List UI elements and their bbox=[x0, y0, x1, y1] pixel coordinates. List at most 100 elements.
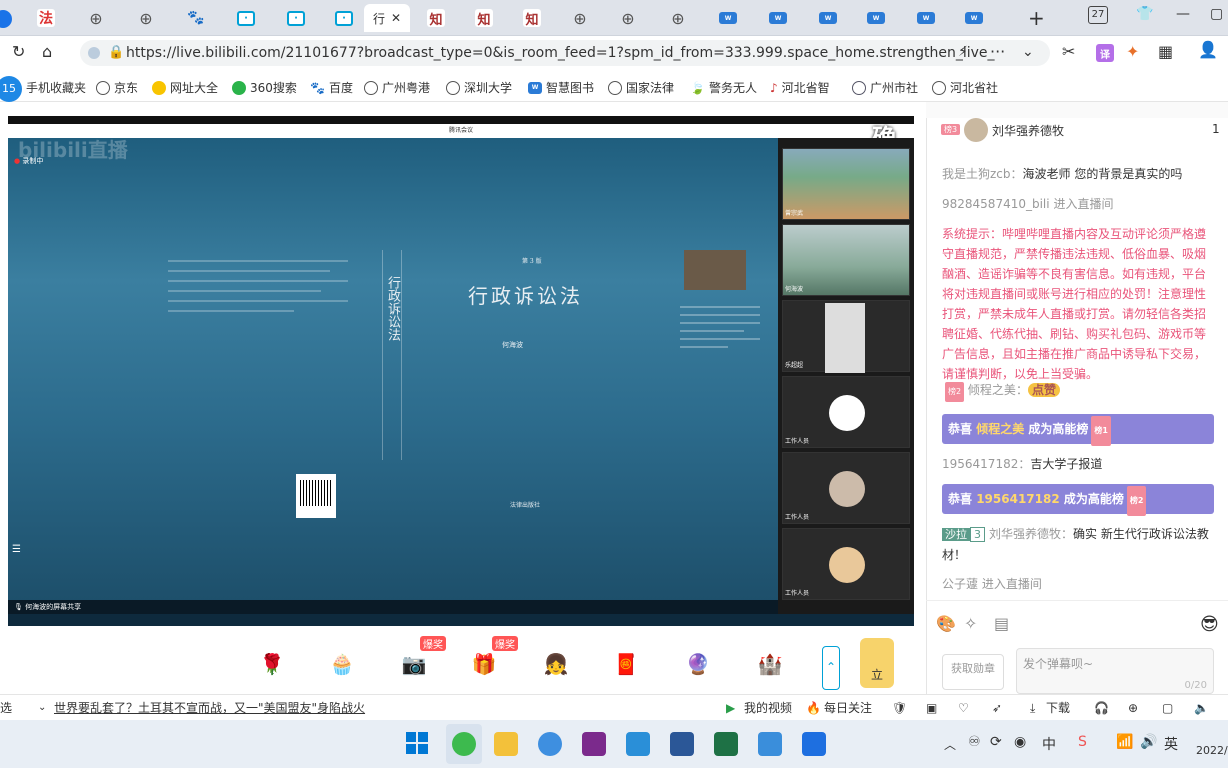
participant-tile[interactable]: 工作人员 bbox=[782, 528, 910, 600]
game-icon[interactable]: ✦ bbox=[1126, 42, 1139, 61]
more-icon[interactable]: ··· bbox=[990, 42, 1005, 61]
chevron-down-icon[interactable]: ⌄ bbox=[1022, 44, 1034, 60]
sogou-icon[interactable]: S bbox=[1078, 734, 1087, 750]
participant-tile[interactable]: 何海波 bbox=[782, 224, 910, 296]
chevron-up-icon[interactable]: ︿ bbox=[944, 736, 956, 753]
tab-6[interactable]: · bbox=[272, 4, 320, 32]
mascot-gift-icon[interactable]: 👧 bbox=[536, 644, 576, 684]
wifi-app-icon[interactable] bbox=[538, 732, 562, 756]
bookmark-mobile[interactable]: 手机收藏夹 bbox=[26, 79, 86, 96]
chevron-down-icon[interactable]: ⌄ bbox=[38, 695, 46, 721]
bookmark-hebei[interactable]: ♪ 河北省智 bbox=[770, 79, 830, 96]
participant-tile[interactable]: 曾宗武 bbox=[782, 148, 910, 220]
bookmark-hao[interactable]: 网址大全 bbox=[152, 79, 218, 96]
bookmark-360[interactable]: 360搜索 bbox=[232, 79, 297, 96]
top-rank-row[interactable]: 榜3 刘华强养德牧 1 bbox=[930, 116, 1224, 142]
tab-16[interactable]: W bbox=[754, 4, 802, 32]
tab-18[interactable]: W bbox=[852, 4, 900, 32]
windows-start-icon[interactable] bbox=[406, 732, 428, 754]
headphone-icon[interactable]: 🎧 bbox=[1094, 695, 1109, 721]
reload-icon[interactable]: ↻ bbox=[12, 42, 25, 61]
castle-gift-icon[interactable]: 🏰 bbox=[750, 644, 790, 684]
download-icon[interactable]: ⤓ bbox=[1030, 695, 1035, 721]
restore-icon[interactable]: ▢ bbox=[1210, 6, 1223, 22]
bookmark-hbsk[interactable]: 河北省社 bbox=[932, 79, 998, 96]
list-icon[interactable]: ☰ bbox=[12, 544, 21, 555]
scissors-icon[interactable]: ✂ bbox=[1062, 42, 1075, 61]
rocket-icon[interactable]: ➶ bbox=[992, 695, 1002, 721]
volume-icon[interactable]: 🔈 bbox=[1194, 695, 1209, 721]
bookmark-jd[interactable]: 京东 bbox=[96, 79, 138, 96]
lightning-icon[interactable]: ⚡ bbox=[958, 44, 968, 60]
emoji-icon[interactable]: 😎 bbox=[1200, 614, 1219, 635]
tab-4[interactable]: 🐾 bbox=[172, 4, 220, 32]
tab-11[interactable]: 知 bbox=[508, 4, 556, 32]
globe-icon[interactable]: ⊕ bbox=[1128, 695, 1138, 721]
tab-5[interactable]: · bbox=[222, 4, 270, 32]
close-tab-icon[interactable]: ✕ bbox=[391, 11, 401, 25]
user-icon[interactable]: 👤 bbox=[1198, 40, 1218, 59]
bookmark-baidu[interactable]: 🐾 百度 bbox=[310, 79, 353, 96]
download-link[interactable]: 下载 bbox=[1046, 695, 1070, 721]
folder-icon[interactable] bbox=[494, 732, 518, 756]
tab-19[interactable]: W bbox=[902, 4, 950, 32]
word-icon[interactable] bbox=[670, 732, 694, 756]
tab-13[interactable]: ⊕ bbox=[604, 4, 652, 32]
tab-count-badge[interactable]: 27 bbox=[1088, 6, 1108, 24]
tencent-meeting-icon[interactable] bbox=[626, 732, 650, 756]
apps-grid-icon[interactable]: ▦ bbox=[1158, 42, 1173, 61]
minimize-icon[interactable]: — bbox=[1176, 6, 1190, 22]
daily-link[interactable]: 每日关注 bbox=[824, 695, 872, 721]
volume-icon[interactable]: 🔊 bbox=[1140, 734, 1157, 750]
window-icon[interactable]: ▢ bbox=[1162, 695, 1173, 721]
translate-icon[interactable]: 译 bbox=[1096, 44, 1114, 62]
tab-2[interactable]: ⊕ bbox=[72, 4, 120, 32]
tab-14[interactable]: ⊕ bbox=[654, 4, 702, 32]
tab-7[interactable]: · bbox=[320, 4, 368, 32]
sync-icon[interactable]: ⟳ bbox=[990, 734, 1002, 750]
clock-date[interactable]: 2022/ bbox=[1196, 744, 1228, 757]
news-link[interactable]: 世界要乱套了？土耳其不宣而战，又一"美国盟友"身陷战火 bbox=[54, 695, 365, 721]
tab-3[interactable]: ⊕ bbox=[122, 4, 170, 32]
get-medal-button[interactable]: 获取勋章 bbox=[942, 654, 1004, 690]
shirt-icon[interactable]: 👕 bbox=[1136, 6, 1153, 22]
crystal-ball-gift-icon[interactable]: 🔮 bbox=[678, 644, 718, 684]
input-method-icon[interactable]: 中 bbox=[1042, 734, 1056, 754]
bookmark-law[interactable]: 国家法律 bbox=[608, 79, 674, 96]
tab-12[interactable]: ⊕ bbox=[556, 4, 604, 32]
tab-17[interactable]: W bbox=[804, 4, 852, 32]
redpacket-gift-icon[interactable]: 🧧 bbox=[606, 644, 646, 684]
browser-taskbar-icon[interactable] bbox=[452, 732, 476, 756]
tab-15[interactable]: W bbox=[704, 4, 752, 32]
shield-icon[interactable]: 🛡 bbox=[892, 695, 907, 721]
record-icon[interactable]: ▤ bbox=[994, 614, 1009, 633]
pen-app-icon[interactable] bbox=[582, 732, 606, 756]
url-field[interactable]: 🔒 https://live.bilibili.com/21101677?bro… bbox=[80, 40, 1050, 66]
wifi-icon[interactable]: 📶 bbox=[1116, 734, 1133, 750]
my-video-link[interactable]: 我的视频 bbox=[744, 695, 792, 721]
palette-icon[interactable]: 🎨 bbox=[936, 614, 956, 633]
participant-tile[interactable]: 乐超超 bbox=[782, 300, 910, 373]
home-icon[interactable]: ⌂ bbox=[42, 42, 52, 61]
cake-gift-icon[interactable]: 🧁 bbox=[322, 644, 362, 684]
heart-icon[interactable]: ♡ bbox=[958, 695, 969, 721]
bookmark-lib[interactable]: W 智慧图书 bbox=[528, 79, 594, 96]
gift-side-button[interactable]: 立 bbox=[860, 638, 894, 688]
sparkle-icon[interactable]: ✧ bbox=[964, 614, 977, 633]
tab-20[interactable]: W bbox=[950, 4, 998, 32]
rose-gift-icon[interactable]: 🌹 bbox=[252, 644, 292, 684]
tab-9[interactable]: 知 bbox=[412, 4, 460, 32]
participant-tile[interactable]: 工作人员 bbox=[782, 452, 910, 524]
participant-tile[interactable]: 工作人员 bbox=[782, 376, 910, 448]
tray-app-icon[interactable]: ◉ bbox=[1014, 734, 1026, 750]
tab-active[interactable]: 行 ✕ bbox=[364, 4, 410, 32]
bookmark-gd[interactable]: 广州粤港 bbox=[364, 79, 430, 96]
bookmark-szu[interactable]: 深圳大学 bbox=[446, 79, 512, 96]
tab-1[interactable]: 法 bbox=[22, 4, 70, 32]
site-info-icon[interactable] bbox=[88, 47, 100, 59]
ime-icon[interactable]: 英 bbox=[1164, 734, 1178, 754]
image-icon[interactable]: ▣ bbox=[926, 695, 937, 721]
bookmark-police[interactable]: 🍃 警务无人 bbox=[690, 79, 757, 96]
tab-10[interactable]: 知 bbox=[460, 4, 508, 32]
feishu-icon[interactable] bbox=[802, 732, 826, 756]
